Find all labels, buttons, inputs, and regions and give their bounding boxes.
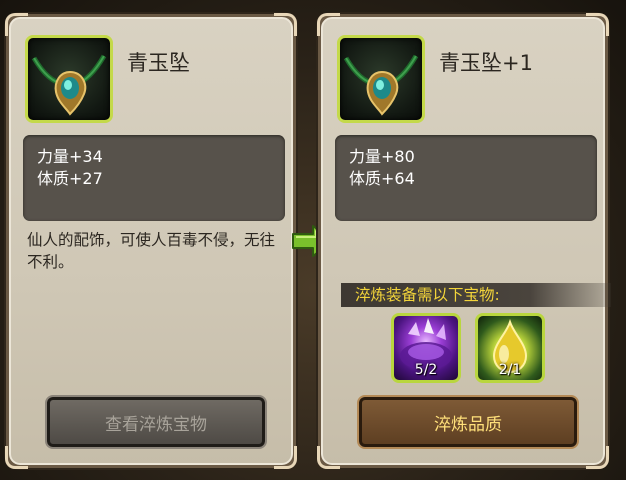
stat-constitution: 体质+27	[37, 169, 103, 188]
panel-corner	[274, 13, 297, 36]
material-slot[interactable]: 5/2	[391, 313, 461, 383]
panel-corner	[5, 446, 28, 469]
jade-pendant-icon[interactable]	[25, 35, 113, 123]
panel-corner	[586, 446, 609, 469]
panel-corner	[317, 446, 340, 469]
panel-corner	[5, 13, 28, 36]
view-refine-materials-button[interactable]: 查看淬炼宝物	[47, 397, 265, 447]
material-count: 2/1	[498, 362, 522, 378]
stats-box: 力量+80 体质+64	[335, 135, 597, 221]
stat-constitution: 体质+64	[349, 169, 415, 188]
panel-corner	[274, 446, 297, 469]
material-slot[interactable]: 2/1	[475, 313, 545, 383]
stats-box: 力量+34 体质+27	[23, 135, 285, 221]
refine-quality-button[interactable]: 淬炼品质	[359, 397, 577, 447]
item-name: 青玉坠	[127, 51, 190, 75]
item-description: 仙人的配饰，可使人百毒不侵，无往不利。	[27, 231, 276, 271]
panel-corner	[586, 13, 609, 36]
refined-item-panel: 青玉坠+1 力量+80 体质+64 淬炼装备需以下宝物: 5/2 2/1 淬炼品…	[317, 13, 611, 469]
panel-corner	[317, 13, 340, 36]
stat-strength: 力量+34	[37, 147, 103, 166]
requirement-banner: 淬炼装备需以下宝物:	[341, 283, 611, 307]
jade-pendant-icon[interactable]	[337, 35, 425, 123]
item-name: 青玉坠+1	[439, 51, 533, 75]
material-count: 5/2	[414, 362, 438, 378]
current-item-panel: 青玉坠 力量+34 体质+27 仙人的配饰，可使人百毒不侵，无往不利。 查看淬炼…	[5, 13, 297, 469]
stat-strength: 力量+80	[349, 147, 415, 166]
